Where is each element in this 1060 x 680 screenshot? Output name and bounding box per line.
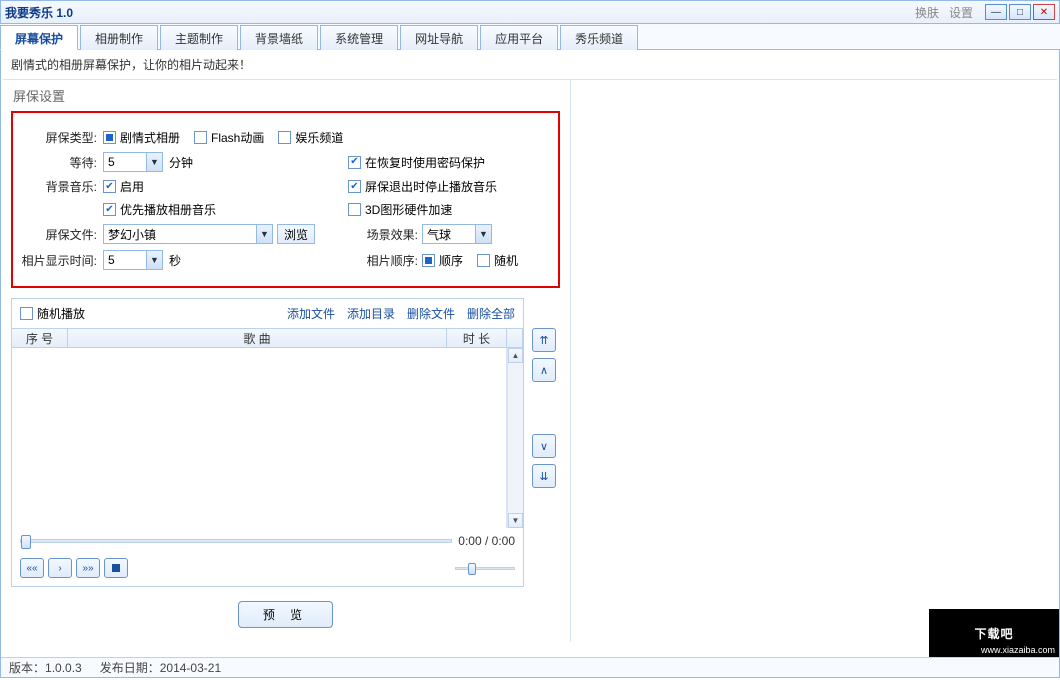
skin-link[interactable]: 换肤 [915, 4, 939, 21]
wait-unit: 分钟 [169, 154, 193, 171]
site-url: www.xiazaiba.com [981, 645, 1055, 655]
wait-label: 等待: [17, 154, 97, 171]
type-entertainment-checkbox[interactable]: 娱乐频道 [278, 129, 343, 146]
tab-theme[interactable]: 主题制作 [160, 25, 238, 50]
scroll-down-icon[interactable]: ▼ [508, 513, 523, 528]
scene-select[interactable]: 气球▼ [422, 224, 492, 244]
move-top-button[interactable]: ⇈ [532, 328, 556, 352]
col-duration: 时 长 [447, 329, 507, 347]
settings-link[interactable]: 设置 [949, 4, 973, 21]
right-panel [571, 80, 1059, 642]
date-value: 2014-03-21 [160, 661, 221, 675]
add-file-link[interactable]: 添加文件 [287, 305, 335, 322]
player-panel: 随机播放 添加文件 添加目录 删除文件 删除全部 序 号 歌 曲 时 长 [11, 298, 524, 587]
col-index: 序 号 [12, 329, 68, 347]
prefer-album-music-checkbox[interactable]: 优先播放相册音乐 [103, 201, 216, 218]
scene-label: 场景效果: [348, 226, 418, 243]
scroll-up-icon[interactable]: ▲ [508, 348, 523, 363]
chevron-down-icon: ▼ [475, 225, 491, 243]
type-label: 屏保类型: [17, 129, 97, 146]
tab-system[interactable]: 系统管理 [320, 25, 398, 50]
type-drama-checkbox[interactable]: 剧情式相册 [103, 129, 180, 146]
page-subtitle: 剧情式的相册屏幕保护，让你的相片动起来！ [1, 50, 1059, 79]
time-display: 0:00 / 0:00 [458, 534, 515, 548]
stop-music-checkbox[interactable]: 屏保退出时停止播放音乐 [348, 178, 497, 195]
playlist-header: 序 号 歌 曲 时 长 [12, 328, 523, 348]
random-play-checkbox[interactable]: 随机播放 [20, 305, 85, 322]
stop-button[interactable] [104, 558, 128, 578]
photo-time-unit: 秒 [169, 252, 181, 269]
section-title: 屏保设置 [13, 86, 560, 105]
password-checkbox[interactable]: 在恢复时使用密码保护 [348, 154, 485, 171]
move-up-button[interactable]: ∧ [532, 358, 556, 382]
reorder-buttons: ⇈ ∧ ∨ ⇊ [530, 298, 560, 587]
minimize-button[interactable]: — [985, 4, 1007, 20]
photo-time-label: 相片显示时间: [17, 252, 97, 269]
playlist-body: ▲ ▼ [12, 348, 523, 528]
tab-nav[interactable]: 网址导航 [400, 25, 478, 50]
titlebar: 我要秀乐 1.0 换肤 设置 — □ ✕ [0, 0, 1060, 24]
tab-album[interactable]: 相册制作 [80, 25, 158, 50]
app-title: 我要秀乐 1.0 [5, 4, 73, 21]
bgm-enable-checkbox[interactable]: 启用 [103, 178, 144, 195]
chevron-down-icon: ▼ [146, 251, 162, 269]
volume-thumb[interactable] [468, 563, 476, 575]
tab-platform[interactable]: 应用平台 [480, 25, 558, 50]
tab-wallpaper[interactable]: 背景墙纸 [240, 25, 318, 50]
preview-button[interactable]: 预 览 [238, 601, 333, 628]
date-label: 发布日期： [100, 659, 160, 676]
order-rand-checkbox[interactable]: 随机 [477, 252, 518, 269]
play-button[interactable]: › [48, 558, 72, 578]
tab-channel[interactable]: 秀乐频道 [560, 25, 638, 50]
statusbar: 版本： 1.0.0.3 发布日期： 2014-03-21 [1, 657, 1059, 677]
file-label: 屏保文件: [17, 226, 97, 243]
order-seq-checkbox[interactable]: 顺序 [422, 252, 463, 269]
file-select[interactable]: 梦幻小镇▼ [103, 224, 273, 244]
type-flash-checkbox[interactable]: Flash动画 [194, 129, 264, 146]
col-song: 歌 曲 [68, 329, 447, 347]
settings-panel: 屏保类型: 剧情式相册 Flash动画 娱乐频道 等待: 5▼ 分钟 在恢复时使… [11, 111, 560, 288]
version-label: 版本： [9, 659, 45, 676]
del-file-link[interactable]: 删除文件 [407, 305, 455, 322]
order-label: 相片顺序: [348, 252, 418, 269]
move-bottom-button[interactable]: ⇊ [532, 464, 556, 488]
maximize-button[interactable]: □ [1009, 4, 1031, 20]
version-value: 1.0.0.3 [45, 661, 82, 675]
bgm-label: 背景音乐: [17, 178, 97, 195]
volume-slider[interactable] [455, 567, 515, 570]
del-all-link[interactable]: 删除全部 [467, 305, 515, 322]
progress-slider[interactable] [20, 539, 452, 543]
add-dir-link[interactable]: 添加目录 [347, 305, 395, 322]
wait-select[interactable]: 5▼ [103, 152, 163, 172]
main-tabs: 屏幕保护 相册制作 主题制作 背景墙纸 系统管理 网址导航 应用平台 秀乐频道 [0, 24, 1060, 50]
browse-button[interactable]: 浏览 [277, 224, 315, 244]
prev-button[interactable]: «« [20, 558, 44, 578]
chevron-down-icon: ▼ [256, 225, 272, 243]
slider-thumb[interactable] [21, 535, 31, 549]
tab-screensaver[interactable]: 屏幕保护 [0, 25, 78, 50]
photo-time-select[interactable]: 5▼ [103, 250, 163, 270]
playlist-scrollbar[interactable]: ▲ ▼ [507, 348, 523, 528]
content-area: 剧情式的相册屏幕保护，让你的相片动起来！ 屏保设置 屏保类型: 剧情式相册 Fl… [0, 50, 1060, 678]
move-down-button[interactable]: ∨ [532, 434, 556, 458]
chevron-down-icon: ▼ [146, 153, 162, 171]
close-button[interactable]: ✕ [1033, 4, 1055, 20]
next-button[interactable]: »» [76, 558, 100, 578]
hw3d-checkbox[interactable]: 3D图形硬件加速 [348, 201, 452, 218]
